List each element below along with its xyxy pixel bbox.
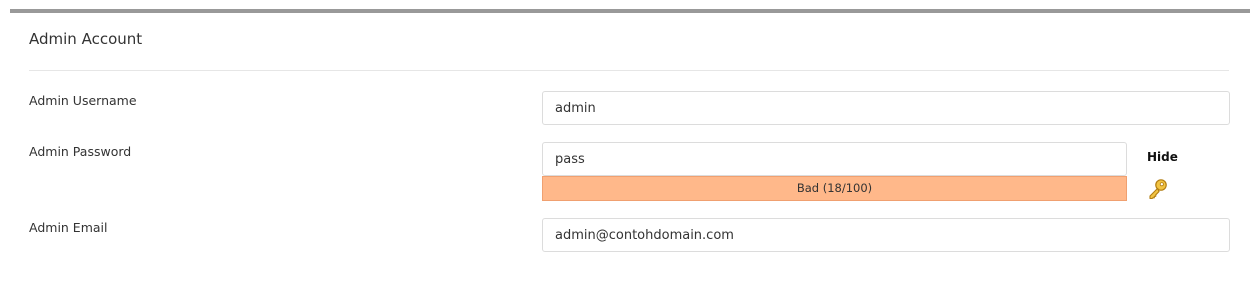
hide-password-toggle[interactable]: Hide xyxy=(1147,150,1178,164)
admin-email-label: Admin Email xyxy=(29,220,108,235)
admin-email-input[interactable] xyxy=(542,218,1230,252)
admin-username-input[interactable] xyxy=(542,91,1230,125)
admin-username-label: Admin Username xyxy=(29,93,137,108)
key-icon[interactable] xyxy=(1146,177,1170,201)
admin-password-input[interactable] xyxy=(542,142,1127,176)
password-strength-text: Bad (18/100) xyxy=(796,181,873,195)
password-strength-meter: Bad (18/100) xyxy=(542,176,1127,201)
section-top-border xyxy=(10,9,1250,13)
section-divider xyxy=(29,70,1229,71)
section-title: Admin Account xyxy=(29,30,143,48)
admin-password-label: Admin Password xyxy=(29,144,132,159)
